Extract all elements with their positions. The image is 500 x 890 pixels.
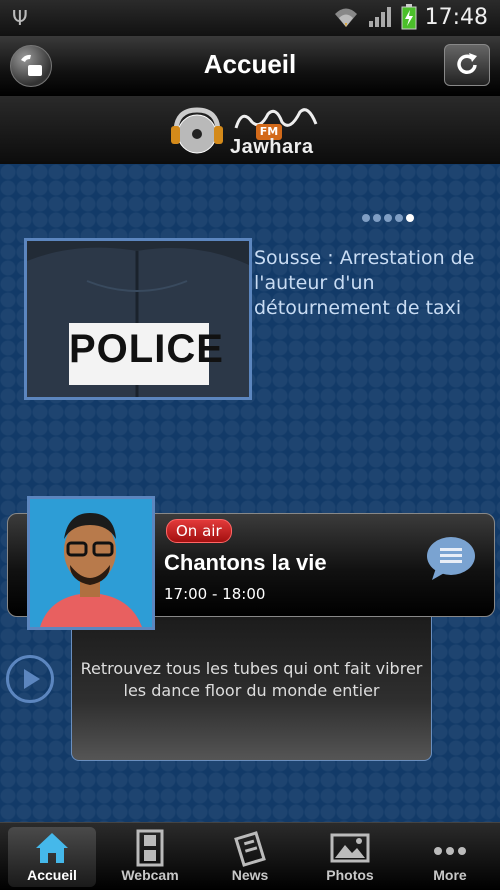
tab-label: Webcam	[121, 867, 179, 883]
logo-text: Jawhara	[230, 136, 314, 158]
host-avatar	[27, 496, 155, 630]
photo-icon	[330, 833, 370, 863]
wifi-icon	[334, 8, 357, 27]
play-icon	[24, 669, 40, 689]
show-description: Retrouvez tous les tubes qui ont fait vi…	[80, 659, 423, 700]
headphones-disc-icon	[171, 107, 223, 154]
police-label: POLICE	[69, 327, 224, 371]
brand-bar: FM Jawhara	[0, 96, 500, 166]
signal-icon	[368, 7, 391, 27]
pager-dot[interactable]	[373, 214, 381, 222]
chat-bubble-icon	[427, 537, 475, 580]
chat-button[interactable]	[426, 536, 476, 582]
news-thumbnail[interactable]: POLICE	[24, 238, 252, 400]
tab-accueil[interactable]: Accueil	[8, 827, 96, 887]
bottom-tab-bar: Accueil Webcam News Photos More	[0, 822, 500, 890]
tab-label: Photos	[326, 867, 374, 883]
page-title: Accueil	[203, 49, 297, 79]
tab-label: More	[433, 867, 467, 883]
refresh-button[interactable]	[444, 44, 490, 86]
news-photo	[27, 241, 249, 397]
tab-label: News	[231, 867, 269, 883]
top-app-bar: Accueil	[0, 36, 500, 97]
jawhara-fm-logo: FM Jawhara	[168, 102, 328, 160]
usb-icon: Ψ	[12, 6, 28, 30]
show-time: 17:00 - 18:00	[164, 585, 266, 603]
pager-dot[interactable]	[395, 214, 403, 222]
pager-dot-active[interactable]	[406, 214, 414, 222]
newspaper-icon	[234, 831, 266, 867]
tab-news[interactable]: News	[200, 823, 300, 890]
on-air-badge: On air	[166, 519, 232, 543]
battery-icon	[401, 4, 417, 30]
refresh-icon	[457, 53, 477, 75]
home-icon	[36, 833, 68, 863]
carousel-pager[interactable]	[362, 214, 414, 222]
show-description-panel: Retrouvez tous les tubes qui ont fait vi…	[71, 614, 432, 761]
pager-dot[interactable]	[362, 214, 370, 222]
more-icon	[434, 847, 466, 855]
status-bar: Ψ 17:48	[0, 0, 500, 36]
tab-more[interactable]: More	[400, 823, 500, 890]
host-photo	[30, 499, 152, 627]
tab-photos[interactable]: Photos	[300, 823, 400, 890]
pager-dot[interactable]	[384, 214, 392, 222]
tab-label: Accueil	[27, 867, 77, 883]
news-headline[interactable]: Sousse : Arrestation de l'auteur d'un dé…	[254, 246, 494, 321]
tab-webcam[interactable]: Webcam	[100, 823, 200, 890]
film-icon	[136, 829, 164, 867]
clock: 17:48	[424, 4, 488, 30]
show-title: Chantons la vie	[164, 550, 327, 575]
play-button[interactable]	[6, 655, 54, 703]
